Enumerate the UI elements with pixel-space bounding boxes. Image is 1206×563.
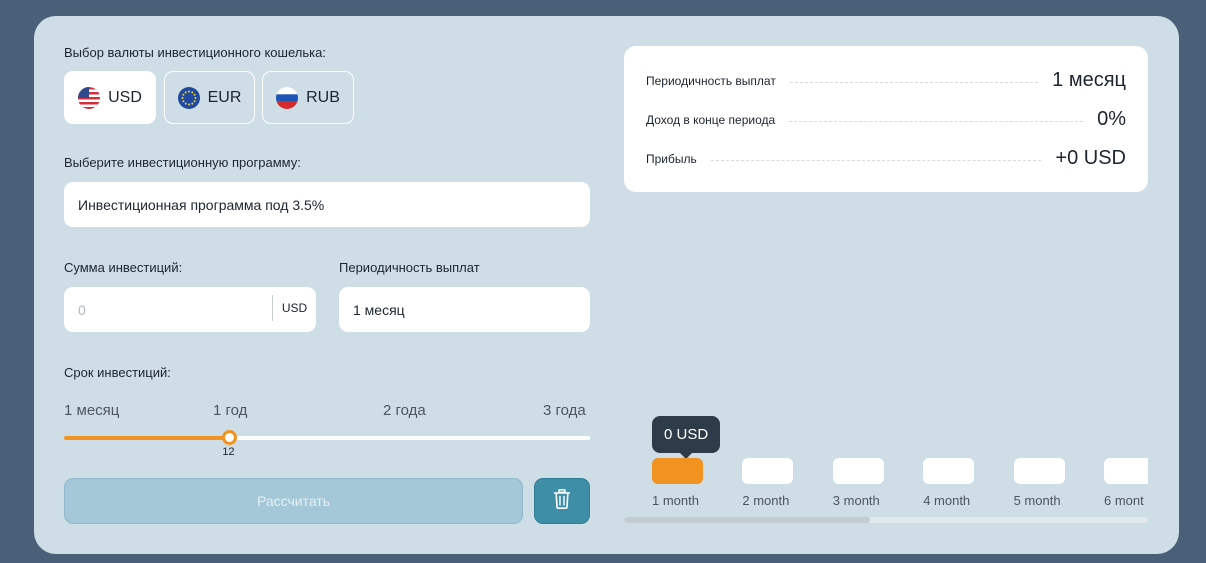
term-label: Срок инвестиций:	[64, 365, 171, 380]
summary-leader-dots	[710, 160, 1042, 161]
currency-label: Выбор валюты инвестиционного кошелька:	[64, 45, 326, 60]
bar-label-month-3: 3 month	[832, 493, 880, 508]
term-tick-1-year: 1 год	[213, 402, 248, 419]
currency-rub-button[interactable]: RUB	[262, 71, 354, 124]
currency-usd-button[interactable]: USD	[64, 71, 156, 124]
term-slider-fill	[64, 436, 230, 440]
amount-label: Сумма инвестиций:	[64, 260, 183, 275]
term-slider-handle[interactable]	[221, 430, 237, 445]
term-tick-1-month: 1 месяц	[64, 402, 120, 419]
summary-leader-dots	[789, 121, 1084, 122]
summary-income-value: 0%	[1097, 108, 1126, 130]
summary-row-income: Доход в конце периода 0%	[646, 108, 1126, 131]
amount-field[interactable]: USD	[64, 287, 316, 332]
bar-month-6[interactable]	[1104, 458, 1148, 484]
bar-month-5[interactable]	[1013, 458, 1065, 484]
payout-select[interactable]: 1 месяц	[339, 287, 590, 332]
chart-scrollbar-thumb[interactable]	[624, 517, 870, 523]
summary-row-payout: Периодичность выплат 1 месяц	[646, 69, 1126, 92]
payout-label: Периодичность выплат	[339, 260, 480, 275]
calculator-card: Выбор валюты инвестиционного кошелька: U…	[34, 16, 1179, 554]
bar-label-month-5: 5 month	[1013, 493, 1061, 508]
summary-profit-label: Прибыль	[646, 151, 697, 166]
us-flag-icon	[78, 86, 101, 109]
summary-row-profit: Прибыль +0 USD	[646, 147, 1126, 170]
eu-flag-icon	[177, 86, 200, 109]
summary-income-label: Доход в конце периода	[646, 112, 776, 127]
term-tick-2-years: 2 года	[383, 402, 426, 419]
summary-leader-dots	[789, 82, 1039, 83]
calculate-button[interactable]: Рассчитать	[64, 478, 523, 524]
summary-payout-value: 1 месяц	[1052, 69, 1126, 91]
bar-month-4[interactable]	[923, 458, 975, 484]
monthly-bar-chart[interactable]: 0 USD 1 month 2 month 3 month 4 month 5 mont…	[624, 411, 1148, 531]
term-slider-track[interactable]	[64, 436, 590, 440]
bar-label-month-6: 6 mont	[1104, 493, 1144, 508]
chart-scrollbar[interactable]	[624, 517, 1148, 523]
term-slider-value: 12	[222, 446, 235, 458]
reset-button[interactable]	[534, 478, 590, 524]
payout-select-value: 1 месяц	[353, 301, 405, 318]
summary-profit-value: +0 USD	[1055, 147, 1126, 169]
ru-flag-icon	[276, 86, 299, 109]
currency-usd-label: USD	[108, 88, 142, 106]
currency-eur-label: EUR	[207, 88, 242, 106]
bar-month-3[interactable]	[832, 458, 884, 484]
bar-month-2[interactable]	[742, 458, 794, 484]
bar-label-month-2: 2 month	[742, 493, 790, 508]
trash-icon	[553, 488, 571, 514]
summary-panel: Периодичность выплат 1 месяц Доход в кон…	[624, 46, 1148, 192]
program-label: Выберите инвестиционную программу:	[64, 155, 301, 170]
summary-payout-label: Периодичность выплат	[646, 73, 776, 88]
bar-tooltip: 0 USD	[652, 416, 721, 459]
currency-rub-label: RUB	[306, 88, 340, 106]
amount-unit: USD	[272, 295, 316, 321]
term-tick-3-years: 3 года	[543, 402, 586, 419]
bar-label-month-4: 4 month	[923, 493, 971, 508]
amount-input[interactable]	[78, 287, 268, 332]
program-select[interactable]: Инвестиционная программа под 3.5%	[64, 182, 590, 227]
currency-eur-button[interactable]: EUR	[164, 71, 255, 124]
bar-label-month-1: 1 month	[652, 493, 699, 508]
program-select-value: Инвестиционная программа под 3.5%	[78, 196, 325, 213]
bar-month-1[interactable]	[652, 458, 703, 484]
